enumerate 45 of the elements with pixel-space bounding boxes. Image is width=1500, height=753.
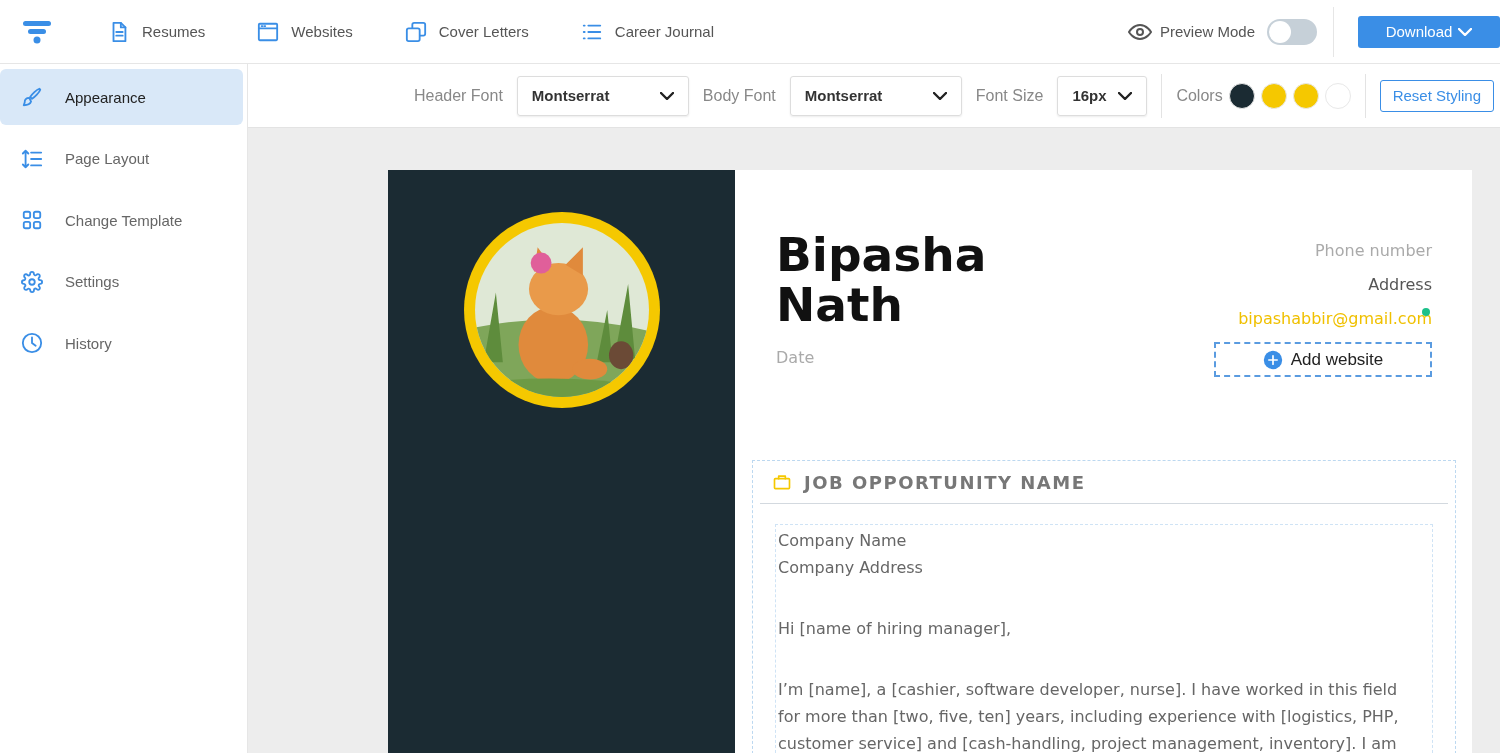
preview-mode-label: Preview Mode xyxy=(1159,23,1255,40)
company-name: Company Name xyxy=(778,530,908,552)
nav-link[interactable]: Websites xyxy=(257,20,353,43)
letter-paragraph: I’m [name], a [cashier, software developer, nurse]. I have worked in this field for more than [two, five, ten] years, including experience with [logistics, PHP, customer service] and [cash-handling, project management, inventory]. I am xyxy=(778,679,1400,753)
add-website-button[interactable]: Add website xyxy=(1214,342,1432,377)
chevron-down-icon xyxy=(1118,91,1133,100)
plus-circle-icon xyxy=(1262,349,1283,370)
sidebar-item[interactable]: Page Layout xyxy=(0,130,243,187)
chevron-down-icon xyxy=(659,91,674,100)
nav-link[interactable]: Resumes xyxy=(108,20,206,43)
address-field[interactable]: Address xyxy=(1368,274,1432,296)
clock-icon xyxy=(21,332,43,354)
field-label: Font Size xyxy=(975,86,1044,105)
dropdown[interactable]: Montserrat xyxy=(789,75,962,116)
line-spacing-icon xyxy=(21,147,43,170)
grid-icon xyxy=(21,209,43,231)
field-label: Colors xyxy=(1176,86,1223,105)
color-swatch[interactable] xyxy=(1228,82,1255,109)
reset-styling-button[interactable]: Reset Styling xyxy=(1379,79,1494,112)
dropdown[interactable]: Montserrat xyxy=(516,75,689,116)
sidebar-item[interactable]: Appearance xyxy=(0,69,243,125)
browser-window-icon xyxy=(257,20,280,43)
copies-icon xyxy=(404,20,427,43)
field-label: Header Font xyxy=(413,86,503,105)
color-swatch[interactable] xyxy=(1292,82,1319,109)
sidebar-item[interactable]: Settings xyxy=(0,253,243,310)
briefcase-icon xyxy=(772,472,792,492)
nav-link[interactable]: Cover Letters xyxy=(404,20,529,43)
color-swatch[interactable] xyxy=(1260,82,1287,109)
settings-icon xyxy=(21,270,43,293)
person-name: Bipasha Nath xyxy=(776,230,987,330)
sidebar-item[interactable]: Change Template xyxy=(0,192,243,248)
nav-link[interactable]: Career Journal xyxy=(580,20,715,43)
preview-toggle[interactable] xyxy=(1267,18,1317,45)
section-title: JOB OPPORTUNITY NAME xyxy=(804,471,1086,493)
field-label: Body Font xyxy=(702,86,776,105)
chevron-down-icon xyxy=(932,91,947,100)
logo-icon[interactable] xyxy=(22,18,52,45)
sidebar-item[interactable]: History xyxy=(0,315,243,371)
letter-text-box[interactable] xyxy=(775,524,1433,753)
brush-icon xyxy=(21,86,43,108)
dropdown[interactable]: 16px xyxy=(1057,75,1148,116)
company-address: Company Address xyxy=(778,557,924,579)
greeting: Hi [name of hiring manager], xyxy=(778,618,1012,640)
chevron-down-icon xyxy=(1458,27,1473,36)
